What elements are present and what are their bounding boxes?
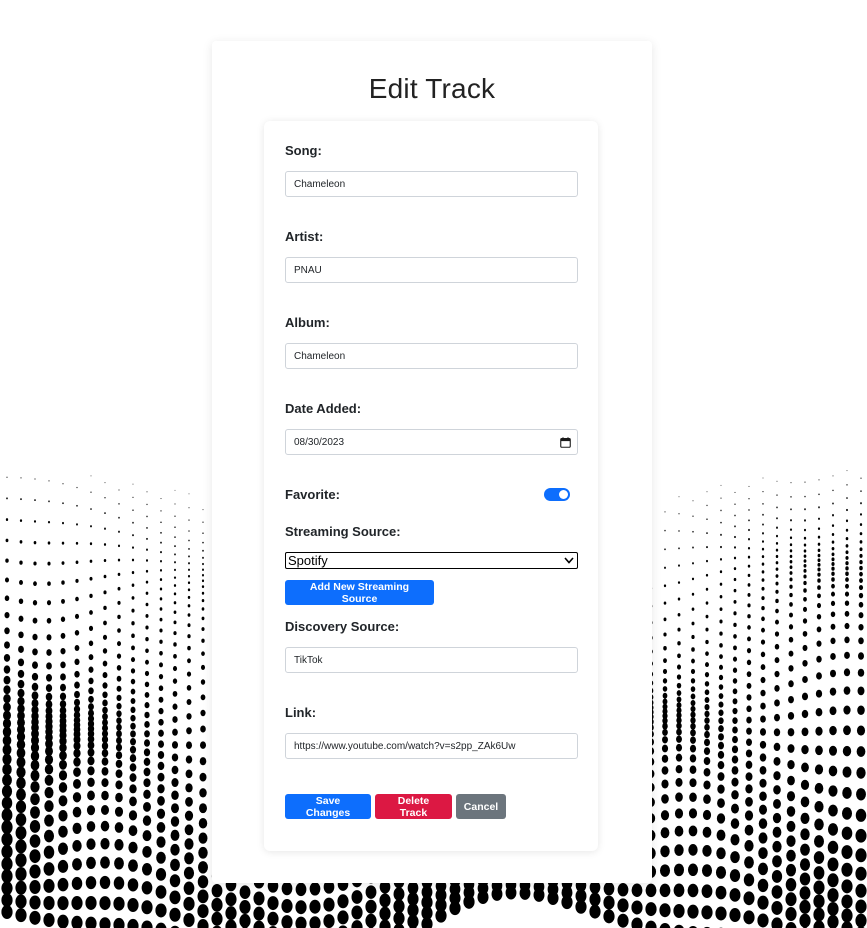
date-added-label: Date Added: <box>285 401 362 416</box>
date-added-value: 08/30/2023 <box>294 436 345 448</box>
album-input[interactable] <box>285 343 578 369</box>
save-changes-button[interactable]: Save Changes <box>285 794 371 819</box>
discovery-source-label: Discovery Source: <box>285 619 400 634</box>
artist-label: Artist: <box>285 229 324 244</box>
link-input[interactable] <box>285 733 578 759</box>
page-title: Edit Track <box>368 73 496 104</box>
toggle-knob <box>559 490 568 499</box>
album-label: Album: <box>285 315 330 330</box>
streaming-source-select[interactable]: Spotify <box>285 552 578 569</box>
cancel-button[interactable]: Cancel <box>456 794 506 819</box>
date-added-input[interactable]: 08/30/2023 <box>285 429 578 455</box>
add-streaming-source-button[interactable]: Add New Streaming Source <box>285 580 434 605</box>
favorite-label: Favorite: <box>285 487 340 502</box>
calendar-icon[interactable] <box>560 436 571 448</box>
chevron-down-icon <box>564 557 574 564</box>
artist-input[interactable] <box>285 257 578 283</box>
edit-track-panel: Edit Track Song: Artist: Album: Date Add… <box>212 41 652 883</box>
edit-track-form: Song: Artist: Album: Date Added: 08/30/2… <box>264 121 598 851</box>
delete-track-button[interactable]: Delete Track <box>375 794 452 819</box>
favorite-toggle[interactable] <box>544 488 570 501</box>
streaming-source-label: Streaming Source: <box>285 524 401 539</box>
song-input[interactable] <box>285 171 578 197</box>
song-label: Song: <box>285 143 322 158</box>
discovery-source-input[interactable] <box>285 647 578 673</box>
streaming-source-selected: Spotify <box>288 553 328 568</box>
link-label: Link: <box>285 705 317 720</box>
